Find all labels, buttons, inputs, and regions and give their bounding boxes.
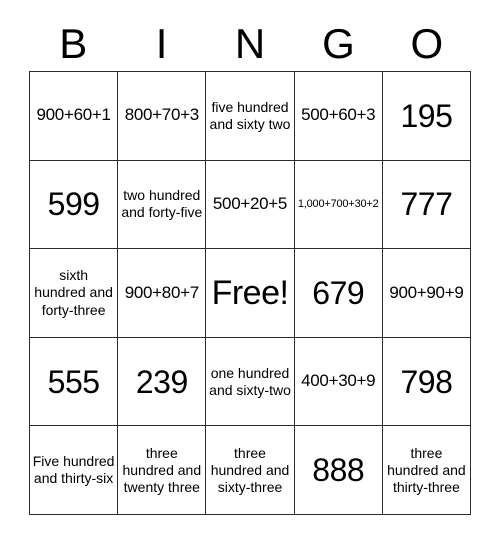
bingo-row-5: Five hundred and thirty-six three hundre… bbox=[30, 426, 472, 515]
bingo-cell-i1[interactable]: 800+70+3 bbox=[118, 72, 207, 161]
bingo-header-letter-n: N bbox=[234, 20, 266, 67]
bingo-cell-o4-text: 798 bbox=[400, 363, 453, 400]
bingo-cell-o5-text: three hundred and thirty-three bbox=[387, 444, 466, 495]
bingo-cell-g1[interactable]: 500+60+3 bbox=[294, 72, 383, 161]
bingo-header-letter-g: G bbox=[322, 20, 355, 67]
bingo-cell-o1[interactable]: 195 bbox=[382, 72, 472, 161]
bingo-cell-b3[interactable]: sixth hundred and forty-three bbox=[30, 249, 119, 338]
bingo-row-1: 900+60+1 800+70+3 five hundred and sixty… bbox=[30, 72, 472, 161]
bingo-cell-b3-text: sixth hundred and forty-three bbox=[34, 267, 113, 318]
bingo-cell-b4[interactable]: 555 bbox=[30, 337, 119, 427]
bingo-cell-i4-text: 239 bbox=[135, 363, 188, 400]
bingo-cell-b5-text: Five hundred and thirty-six bbox=[32, 453, 115, 487]
bingo-header-letter-b: B bbox=[59, 20, 88, 67]
bingo-header-letter-i: I bbox=[155, 20, 168, 67]
bingo-cell-g1-text: 500+60+3 bbox=[301, 105, 376, 125]
bingo-cell-b4-text: 555 bbox=[47, 363, 100, 400]
bingo-cell-g4-text: 400+30+9 bbox=[301, 371, 376, 391]
bingo-cell-o2[interactable]: 777 bbox=[382, 160, 472, 250]
bingo-cell-i3-text: 900+80+7 bbox=[124, 282, 199, 302]
bingo-cell-i5[interactable]: three hundred and twenty three bbox=[118, 426, 207, 515]
bingo-cell-b1-text: 900+60+1 bbox=[36, 105, 111, 125]
bingo-cell-o3[interactable]: 900+90+9 bbox=[382, 249, 472, 338]
bingo-free-space-label: Free! bbox=[211, 273, 289, 312]
bingo-cell-i2-text: two hundred and forty-five bbox=[121, 187, 203, 221]
bingo-cell-b2-text: 599 bbox=[47, 186, 100, 223]
bingo-cell-n4[interactable]: one hundred and sixty-two bbox=[206, 337, 295, 427]
bingo-cell-n2[interactable]: 500+20+5 bbox=[206, 160, 295, 250]
bingo-row-4: 555 239 one hundred and sixty-two 400+30… bbox=[30, 337, 472, 427]
bingo-row-3: sixth hundred and forty-three 900+80+7 F… bbox=[30, 249, 472, 338]
bingo-header: B I N G O bbox=[29, 18, 471, 70]
bingo-cell-b2[interactable]: 599 bbox=[30, 160, 119, 250]
bingo-cell-g5-text: 888 bbox=[312, 452, 365, 489]
bingo-cell-o4[interactable]: 798 bbox=[382, 337, 472, 427]
bingo-grid: 900+60+1 800+70+3 five hundred and sixty… bbox=[29, 71, 472, 515]
bingo-cell-i2[interactable]: two hundred and forty-five bbox=[118, 160, 207, 250]
bingo-cell-n5-text: three hundred and sixty-three bbox=[210, 444, 290, 495]
bingo-row-2: 599 two hundred and forty-five 500+20+5 … bbox=[30, 160, 472, 250]
bingo-card: B I N G O 900+60+1 800+70+3 five hundred… bbox=[0, 0, 500, 544]
bingo-cell-o5[interactable]: three hundred and thirty-three bbox=[382, 426, 472, 515]
bingo-cell-g4[interactable]: 400+30+9 bbox=[294, 337, 383, 427]
bingo-cell-g3-text: 679 bbox=[312, 274, 365, 311]
bingo-cell-g2-text: 1,000+700+30+2 bbox=[297, 198, 379, 211]
bingo-cell-g3[interactable]: 679 bbox=[294, 249, 383, 338]
bingo-cell-b1[interactable]: 900+60+1 bbox=[30, 72, 119, 161]
bingo-cell-o2-text: 777 bbox=[400, 186, 453, 223]
bingo-header-letter-o: O bbox=[410, 20, 444, 67]
bingo-cell-i1-text: 800+70+3 bbox=[124, 105, 199, 125]
bingo-cell-free-space[interactable]: Free! bbox=[206, 249, 295, 338]
bingo-cell-o1-text: 195 bbox=[400, 97, 453, 134]
bingo-cell-i3[interactable]: 900+80+7 bbox=[118, 249, 207, 338]
bingo-cell-g5[interactable]: 888 bbox=[294, 426, 383, 515]
bingo-cell-n1[interactable]: five hundred and sixty two bbox=[206, 72, 295, 161]
bingo-cell-b5[interactable]: Five hundred and thirty-six bbox=[30, 426, 119, 515]
bingo-cell-o3-text: 900+90+9 bbox=[389, 282, 464, 302]
bingo-cell-n2-text: 500+20+5 bbox=[212, 194, 288, 214]
bingo-cell-n5[interactable]: three hundred and sixty-three bbox=[206, 426, 295, 515]
bingo-cell-i4[interactable]: 239 bbox=[118, 337, 207, 427]
bingo-cell-g2[interactable]: 1,000+700+30+2 bbox=[294, 160, 383, 250]
bingo-cell-n4-text: one hundred and sixty-two bbox=[209, 364, 291, 398]
bingo-cell-i5-text: three hundred and twenty three bbox=[122, 444, 202, 495]
bingo-cell-n1-text: five hundred and sixty two bbox=[209, 98, 291, 132]
